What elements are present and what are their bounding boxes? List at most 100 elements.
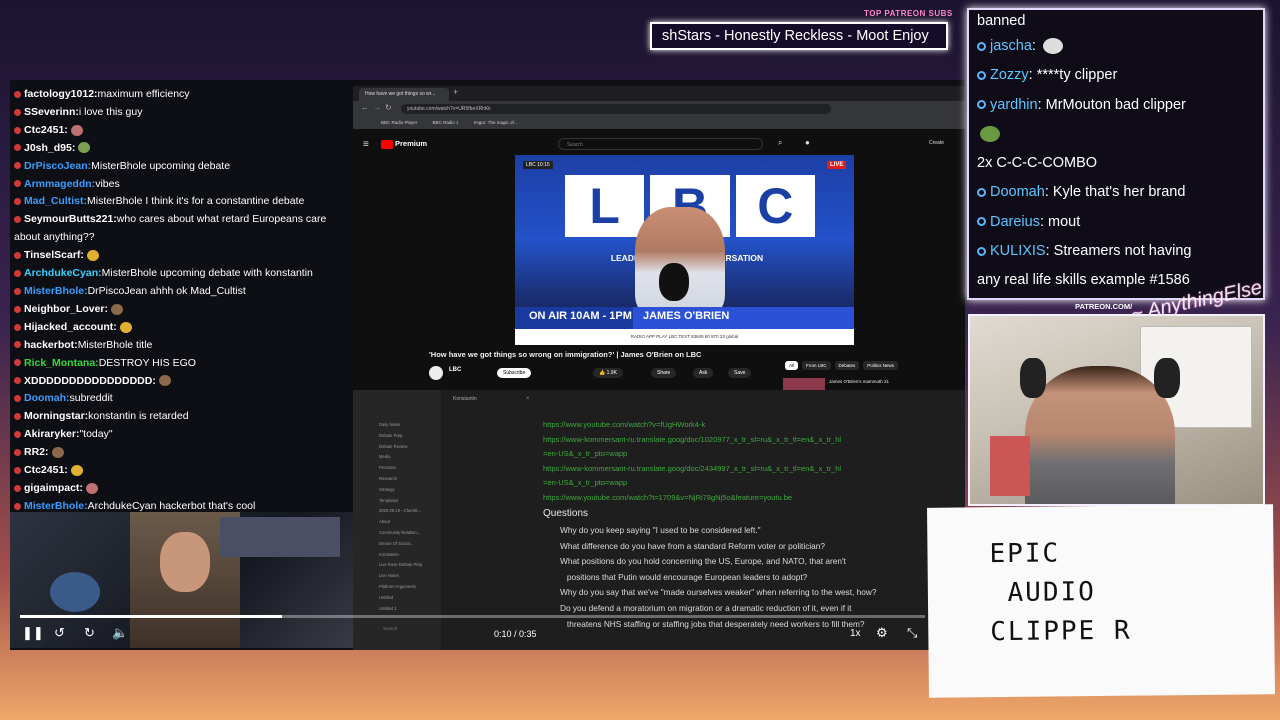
folder-item[interactable]: Templates (379, 496, 439, 507)
folder-item[interactable]: Platform Arguments (379, 582, 439, 593)
fullscreen-exit-icon[interactable]: ⤡ (907, 625, 917, 641)
chat-username[interactable]: gigaimpact: (24, 482, 83, 494)
forward-icon[interactable]: → (373, 103, 381, 112)
doc-link[interactable]: https://www.youtube.com/watch?v=fUgHWork… (543, 418, 933, 433)
youtube-logo-icon[interactable] (381, 140, 393, 149)
chat-username[interactable]: Dareius (990, 214, 1040, 230)
pause-icon[interactable]: ❚❚ (22, 625, 44, 641)
like-count: 1.9K (606, 370, 617, 376)
chat-message: KULIXIS: Streamers not having (969, 237, 1263, 266)
chat-username[interactable]: factology1012: (24, 88, 98, 100)
chat-badge-icon (977, 70, 986, 80)
chip-all[interactable]: All (785, 361, 799, 370)
doc-link[interactable]: https://www.youtube.com/watch?t=1709&v=N… (543, 491, 933, 506)
reload-icon[interactable]: ↻ (385, 103, 392, 112)
chat-badge-icon (977, 100, 986, 110)
folder-item[interactable]: Live Notes (379, 571, 439, 582)
speed-button[interactable]: 1x (850, 628, 861, 639)
chip-politics-news[interactable]: Politics News (863, 361, 899, 370)
chat-username[interactable]: ArchdukeCyan: (24, 267, 102, 279)
chat-username[interactable]: Morningstar: (24, 410, 88, 422)
chat-username[interactable]: MisterBhole: (24, 285, 88, 297)
bookmark-item[interactable]: BBC Radio Player (381, 120, 417, 125)
new-tab-icon[interactable]: + (453, 87, 458, 97)
chat-emote-icon (980, 126, 1000, 143)
forward-icon[interactable]: ↻ (84, 625, 95, 641)
folder-item[interactable]: Strategy (379, 485, 439, 496)
chat-username[interactable]: J0sh_d95: (24, 142, 75, 154)
notes-tab[interactable]: Konstantin (453, 396, 477, 402)
save-button[interactable]: Save (728, 368, 752, 378)
folder-item[interactable]: Community Relation... (379, 528, 439, 539)
lbc-time: 10:15 (537, 162, 550, 168)
settings-gear-icon[interactable]: ⚙ (876, 625, 888, 641)
chat-username[interactable]: XDDDDDDDDDDDDDDDD: (24, 375, 156, 387)
subscribe-button[interactable]: Subscribe (497, 368, 532, 378)
chat-username[interactable]: RR2: (24, 446, 49, 458)
chat-username[interactable]: DrPiscoJean: (24, 160, 91, 172)
folder-item[interactable]: Untitled (379, 593, 439, 604)
bookmark-item[interactable]: BBC Radio 1 (433, 120, 459, 125)
doc-link[interactable]: https://www-kommersant-ru.translate.goog… (543, 462, 933, 477)
create-button[interactable]: Create (929, 140, 944, 146)
doc-link[interactable]: =en-US&_x_tr_pto=wapp (543, 476, 933, 491)
chat-username[interactable]: Armmageddn: (24, 178, 95, 190)
folder-item[interactable]: Untitled 1 (379, 604, 439, 615)
folder-item[interactable]: Debate Prep (379, 431, 439, 442)
chat-username[interactable]: Doomah (990, 184, 1045, 200)
back-icon[interactable]: ← (361, 103, 369, 112)
chip-debates[interactable]: Debates (834, 361, 860, 370)
folder-item[interactable]: Daily News (379, 420, 439, 431)
chat-username[interactable]: Akiraryker: (24, 428, 79, 440)
rewind-icon[interactable]: ↺ (54, 625, 65, 641)
chat-message: TinselScarf: (10, 247, 353, 265)
chat-text: Streamers not having (1053, 243, 1192, 260)
folder-item[interactable]: Personal (379, 463, 439, 474)
chat-username[interactable]: Doomah: (24, 392, 70, 404)
ask-button[interactable]: Ask (693, 368, 714, 378)
share-button[interactable]: Share (651, 368, 677, 378)
channel-avatar[interactable] (429, 366, 443, 380)
folder-item[interactable]: Debate Review (379, 442, 439, 453)
doc-link[interactable]: https://www-kommersant-ru.translate.goog… (543, 433, 933, 448)
chat-username[interactable]: jascha (990, 38, 1032, 54)
menu-icon[interactable]: ≡ (363, 139, 369, 150)
youtube-search-input[interactable]: Search (558, 138, 763, 150)
bookmark-item[interactable]: Imgur: The magic of... (474, 120, 518, 125)
folder-item[interactable]: Research (379, 474, 439, 485)
chat-username[interactable]: Ctc2451: (24, 464, 68, 476)
chat-username[interactable]: MisterBhole: (24, 500, 88, 512)
chat-message: ArchdukeCyan:MisterBhole upcoming debate… (10, 265, 353, 283)
folder-item[interactable]: 2025.08.19 - Checkli... (379, 506, 439, 517)
channel-name[interactable]: LBC (449, 367, 461, 373)
video-player[interactable]: LBC 10:15 LIVE L B C LEADING BRITAIN'S C… (515, 155, 854, 345)
chat-username[interactable]: Ctc2451: (24, 124, 68, 136)
volume-icon[interactable]: 🔈 (112, 625, 128, 641)
chat-username[interactable]: Mad_Cultist: (24, 195, 87, 207)
folder-item[interactable]: About (379, 517, 439, 528)
browser-tab-active[interactable]: How have we got things so wr... (359, 88, 449, 101)
chat-username[interactable]: SeymourButts221: (24, 213, 117, 225)
chat-username[interactable]: Neighbor_Lover: (24, 303, 108, 315)
chat-username[interactable]: hackerbot: (24, 339, 78, 351)
folder-item[interactable]: Live Rose Debate Prep (379, 560, 439, 571)
chat-username[interactable]: SSeverinn: (24, 106, 79, 118)
side-video-title[interactable]: James O'Brien's mammoth 21 (829, 379, 957, 384)
folder-item[interactable]: Dream Of Social... (379, 539, 439, 550)
folder-item[interactable]: Konstantin (379, 550, 439, 561)
chat-username[interactable]: Zozzy (990, 67, 1029, 83)
chat-username[interactable]: Hijacked_account: (24, 321, 117, 333)
progress-bar[interactable] (20, 615, 925, 618)
url-field[interactable]: youtube.com/watch?v=UR5fbeXRhKk (401, 104, 831, 114)
microphone-icon[interactable]: ● (805, 138, 810, 147)
chat-username[interactable]: Rick_Montana: (24, 357, 99, 369)
search-icon[interactable]: ⌕ (778, 138, 782, 148)
chat-username[interactable]: TinselScarf: (24, 249, 84, 261)
close-tab-icon[interactable]: × (526, 396, 530, 402)
chip-from-lbc[interactable]: From LBC (802, 361, 831, 370)
folder-item[interactable]: Media (379, 452, 439, 463)
chat-username[interactable]: KULIXIS (990, 243, 1046, 259)
like-button[interactable]: 👍 1.9K (593, 368, 623, 378)
chat-username[interactable]: yardhin (990, 97, 1038, 113)
doc-link[interactable]: =en-US&_x_tr_pto=wapp (543, 447, 933, 462)
